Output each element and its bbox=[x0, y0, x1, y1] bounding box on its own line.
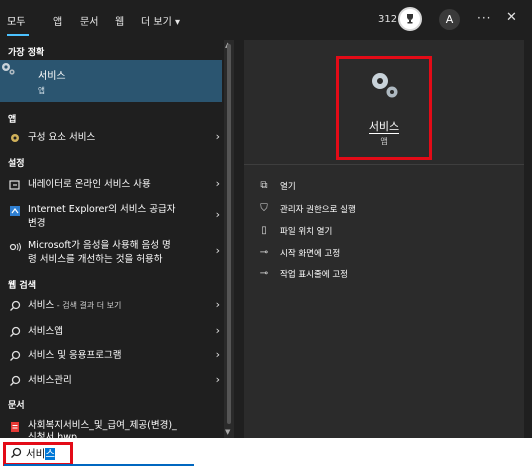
search-bar[interactable]: 서비스 bbox=[0, 438, 532, 468]
list-item-label: 내레이터로 온라인 서비스 사용 bbox=[28, 179, 151, 190]
best-match-item[interactable]: 서비스 앱 bbox=[0, 60, 222, 102]
chevron-right-icon: › bbox=[215, 208, 220, 221]
scrollbar-thumb[interactable] bbox=[227, 44, 231, 424]
action-open[interactable]: ⧉ 열기 bbox=[258, 180, 296, 192]
list-item-label-2: 변경 bbox=[28, 218, 46, 229]
tab-apps[interactable]: 앱 bbox=[53, 13, 62, 28]
open-icon: ⧉ bbox=[260, 180, 268, 191]
action-pin-to-start[interactable]: ⊸ 시작 화면에 고정 bbox=[258, 247, 340, 259]
action-label: 열기 bbox=[280, 182, 296, 192]
detail-title: 서비스 bbox=[244, 118, 524, 134]
action-open-file-location[interactable]: ▯ 파일 위치 열기 bbox=[258, 225, 332, 237]
action-label: 작업 표시줄에 고정 bbox=[280, 270, 348, 280]
section-documents: 문서 bbox=[8, 401, 25, 411]
tab-documents[interactable]: 문서 bbox=[80, 13, 98, 28]
list-item-label-2: 령 서비스를 개선하는 것을 허용하 bbox=[28, 254, 163, 265]
action-pin-to-taskbar[interactable]: ⊸ 작업 표시줄에 고정 bbox=[258, 268, 348, 280]
best-match-title: 서비스 bbox=[38, 71, 66, 82]
chevron-down-icon: ▾ bbox=[174, 17, 180, 28]
internet-explorer-icon bbox=[10, 206, 20, 216]
section-best-match: 가장 정확 bbox=[8, 48, 45, 58]
list-item[interactable]: 구성 요소 서비스 › bbox=[0, 130, 226, 146]
shield-icon: ⛉ bbox=[260, 203, 268, 214]
section-settings: 설정 bbox=[8, 159, 25, 169]
document-icon bbox=[11, 422, 19, 432]
tab-web[interactable]: 웹 bbox=[115, 13, 124, 28]
pin-icon: ⊸ bbox=[259, 268, 269, 279]
search-icon bbox=[10, 326, 21, 337]
list-item[interactable]: 서비스관리 › bbox=[0, 373, 226, 389]
section-web-search: 웹 검색 bbox=[8, 281, 36, 291]
list-item-suffix: - 검색 결과 더 보기 bbox=[54, 301, 122, 310]
list-item-label: 서비스관리 bbox=[28, 375, 72, 386]
list-item[interactable]: Microsoft가 음성을 사용해 음성 명 령 서비스를 개선하는 것을 허… bbox=[0, 238, 226, 266]
speech-icon bbox=[9, 242, 21, 252]
list-item-label: 서비스 및 응용프로그램 bbox=[28, 350, 122, 361]
highlight-box bbox=[3, 442, 73, 466]
chevron-right-icon: › bbox=[215, 348, 220, 361]
top-bar: 모두 앱 문서 웹 더 보기 ▾ 312 A ··· ✕ bbox=[0, 0, 532, 40]
action-label: 파일 위치 열기 bbox=[280, 227, 333, 237]
active-tab-indicator bbox=[7, 34, 29, 36]
list-item[interactable]: 내레이터로 온라인 서비스 사용 › bbox=[0, 177, 226, 193]
list-item[interactable]: 서비스앱 › bbox=[0, 324, 226, 340]
tab-more-label: 더 보기 bbox=[141, 17, 172, 28]
start-search-window: 모두 앱 문서 웹 더 보기 ▾ 312 A ··· ✕ 가장 정확 서비스 앱… bbox=[0, 0, 532, 443]
search-icon bbox=[10, 300, 21, 311]
action-run-as-admin[interactable]: ⛉ 관리자 권한으로 실행 bbox=[258, 203, 356, 215]
detail-subtitle: 앱 bbox=[380, 137, 388, 146]
list-item-label: Internet Explorer의 서비스 공급자 bbox=[28, 204, 176, 215]
services-gear-icon bbox=[372, 73, 398, 98]
detail-pane: 서비스 앱 ⧉ 열기 ⛉ 관리자 권한으로 실행 ▯ 파일 위치 열기 ⊸ 시작… bbox=[244, 40, 524, 438]
chevron-right-icon: › bbox=[215, 130, 220, 143]
search-focus-underline bbox=[4, 464, 194, 466]
gear-icon bbox=[2, 63, 15, 75]
chevron-right-icon: › bbox=[215, 373, 220, 386]
chevron-right-icon: › bbox=[215, 244, 220, 257]
component-services-icon bbox=[11, 134, 19, 142]
detail-title-text: 서비스 bbox=[368, 120, 400, 134]
list-item-label: 구성 요소 서비스 bbox=[28, 132, 96, 143]
results-scrollbar[interactable]: ▲ ▼ bbox=[224, 40, 234, 438]
action-label: 시작 화면에 고정 bbox=[280, 249, 341, 259]
search-icon bbox=[10, 350, 21, 361]
list-item-label: Microsoft가 음성을 사용해 음성 명 bbox=[28, 240, 171, 251]
search-icon bbox=[10, 375, 21, 386]
rewards-trophy-icon[interactable] bbox=[398, 7, 422, 31]
close-icon[interactable]: ✕ bbox=[506, 10, 517, 25]
action-label: 관리자 권한으로 실행 bbox=[280, 205, 356, 215]
results-list: 가장 정확 서비스 앱 앱 구성 요소 서비스 › 설정 내레이터로 온라인 서… bbox=[0, 40, 226, 443]
list-item-label: 서비스앱 bbox=[28, 326, 63, 337]
list-item[interactable]: 서비스 - 검색 결과 더 보기 › bbox=[0, 298, 226, 314]
file-location-icon: ▯ bbox=[261, 225, 267, 236]
chevron-right-icon: › bbox=[215, 324, 220, 337]
avatar[interactable]: A bbox=[439, 9, 460, 30]
rewards-count: 312 bbox=[378, 14, 398, 25]
chevron-right-icon: › bbox=[215, 177, 220, 190]
tab-all[interactable]: 모두 bbox=[7, 13, 25, 28]
more-options-icon[interactable]: ··· bbox=[477, 11, 491, 25]
list-item-label: 서비스 bbox=[28, 300, 55, 311]
pin-icon: ⊸ bbox=[259, 247, 269, 258]
divider bbox=[244, 164, 524, 165]
narrator-icon bbox=[9, 180, 20, 190]
section-apps: 앱 bbox=[8, 115, 17, 125]
chevron-right-icon: › bbox=[215, 298, 220, 311]
list-item[interactable]: 서비스 및 응용프로그램 › bbox=[0, 348, 226, 364]
tab-more[interactable]: 더 보기 ▾ bbox=[141, 13, 180, 28]
list-item[interactable]: Internet Explorer의 서비스 공급자 변경 › bbox=[0, 202, 226, 230]
best-match-subtitle: 앱 bbox=[38, 86, 45, 95]
scroll-down-icon[interactable]: ▼ bbox=[225, 428, 230, 436]
